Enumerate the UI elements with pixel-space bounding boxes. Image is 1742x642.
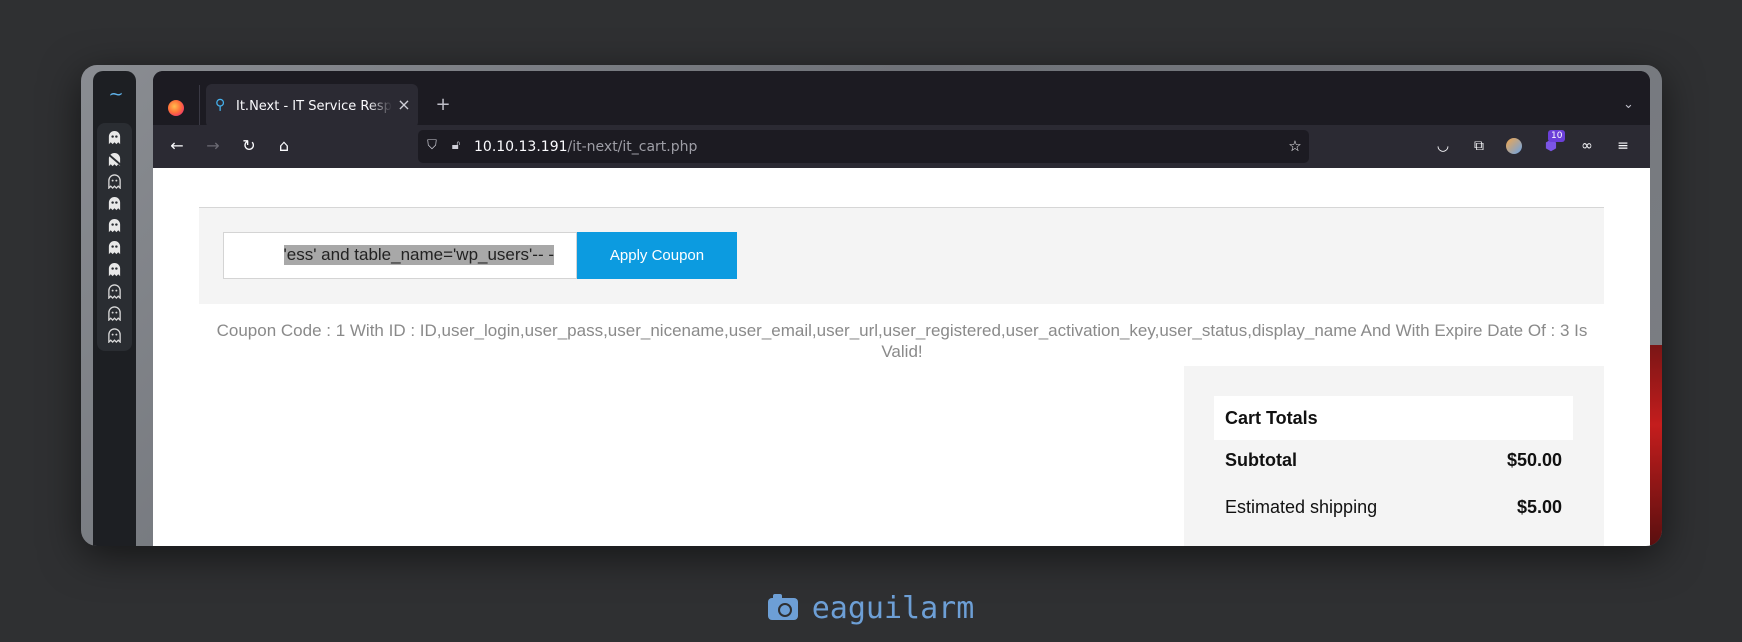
ghost-icon[interactable] [107, 218, 122, 233]
home-icon[interactable]: ⌂ [275, 137, 293, 155]
close-tab-icon[interactable]: × [396, 96, 412, 114]
shipping-label: Estimated shipping [1225, 497, 1378, 517]
apply-coupon-button[interactable]: Apply Coupon [577, 232, 737, 279]
reload-icon[interactable]: ↻ [240, 137, 258, 155]
pocket-icon[interactable]: ◡ [1434, 137, 1452, 155]
ghost-disabled-icon[interactable] [107, 152, 122, 167]
dock-workspaces [97, 123, 132, 351]
camera-icon [767, 593, 798, 620]
kali-dragon-icon[interactable]: ~ [105, 85, 127, 105]
navigation-toolbar: ← → ↻ ⌂ ⛉ 🔓︎ 10.10.13.191/it-next/it_car… [153, 125, 1650, 168]
ghost-icon[interactable] [107, 196, 122, 211]
wappalyzer-icon[interactable] [1506, 138, 1522, 154]
shipping-value: $5.00 [1516, 497, 1562, 517]
url-bar[interactable]: ⛉ 🔓︎ 10.10.13.191/it-next/it_cart.php ☆ [418, 130, 1309, 163]
new-tab-button[interactable]: + [435, 95, 451, 115]
coupon-input-value[interactable]: 'ess' and table_name='wp_users'-- - [283, 245, 554, 265]
tab-title: It.Next - IT Service Responsive [236, 99, 392, 114]
url-text[interactable]: 10.10.13.191/it-next/it_cart.php [474, 138, 697, 156]
coupon-section: 'ess' and table_name='wp_users'-- - Appl… [199, 208, 1604, 304]
shipping-row: Estimated shipping $5.00 [1225, 494, 1562, 520]
screenshot-frame: ~ ⚲ It.Next - IT Service Responsive × + … [81, 65, 1662, 546]
ghost-outline-icon[interactable] [107, 306, 122, 321]
chevron-down-icon[interactable]: ⌄ [1623, 97, 1637, 113]
tab-separator [199, 85, 200, 129]
subtotal-label: Subtotal [1225, 450, 1297, 470]
ghost-outline-icon[interactable] [107, 284, 122, 299]
coupon-message: Coupon Code : 1 With ID : ID,user_login,… [216, 321, 1588, 361]
tab-bar: ⚲ It.Next - IT Service Responsive × + ⌄ [153, 71, 1650, 129]
ghost-icon[interactable] [107, 130, 122, 145]
menu-icon[interactable]: ≡ [1614, 137, 1632, 155]
tab-active[interactable]: ⚲ It.Next - IT Service Responsive × [206, 84, 418, 128]
extension-badge: 10 [1548, 130, 1566, 142]
subtotal-value: $50.00 [1506, 450, 1562, 470]
subtotal-row: Subtotal $50.00 [1225, 447, 1562, 473]
side-dock: ~ [93, 71, 136, 546]
insecure-lock-icon[interactable]: 🔓︎ [448, 138, 464, 154]
cart-totals-panel: Cart Totals Subtotal $50.00 Estimated sh… [1184, 366, 1604, 546]
firefox-logo-icon [168, 100, 184, 116]
ghost-outline-icon[interactable] [107, 328, 122, 343]
coupon-input[interactable]: 'ess' and table_name='wp_users'-- - [223, 232, 577, 279]
foxyproxy-icon[interactable]: ∞ [1578, 137, 1596, 155]
screenshot-caption: eaguilarm [0, 590, 1742, 626]
web-page: 'ess' and table_name='wp_users'-- - Appl… [153, 168, 1650, 546]
ghost-outline-icon[interactable] [107, 174, 122, 189]
shield-icon[interactable]: ⛉ [424, 138, 440, 154]
bookmark-star-icon[interactable]: ☆ [1286, 137, 1304, 155]
cart-totals-heading: Cart Totals [1214, 396, 1573, 440]
ghost-icon[interactable] [107, 240, 122, 255]
extensions-icon[interactable]: ⧉ [1470, 137, 1488, 155]
desktop-wallpaper-edge [1648, 345, 1662, 545]
forward-arrow-icon[interactable]: → [204, 137, 222, 155]
back-arrow-icon[interactable]: ← [168, 137, 186, 155]
firefox-window: ⚲ It.Next - IT Service Responsive × + ⌄ … [153, 71, 1650, 546]
caption-username: eaguilarm [811, 590, 975, 626]
ghost-icon[interactable] [107, 262, 122, 277]
location-pin-icon: ⚲ [215, 97, 226, 113]
